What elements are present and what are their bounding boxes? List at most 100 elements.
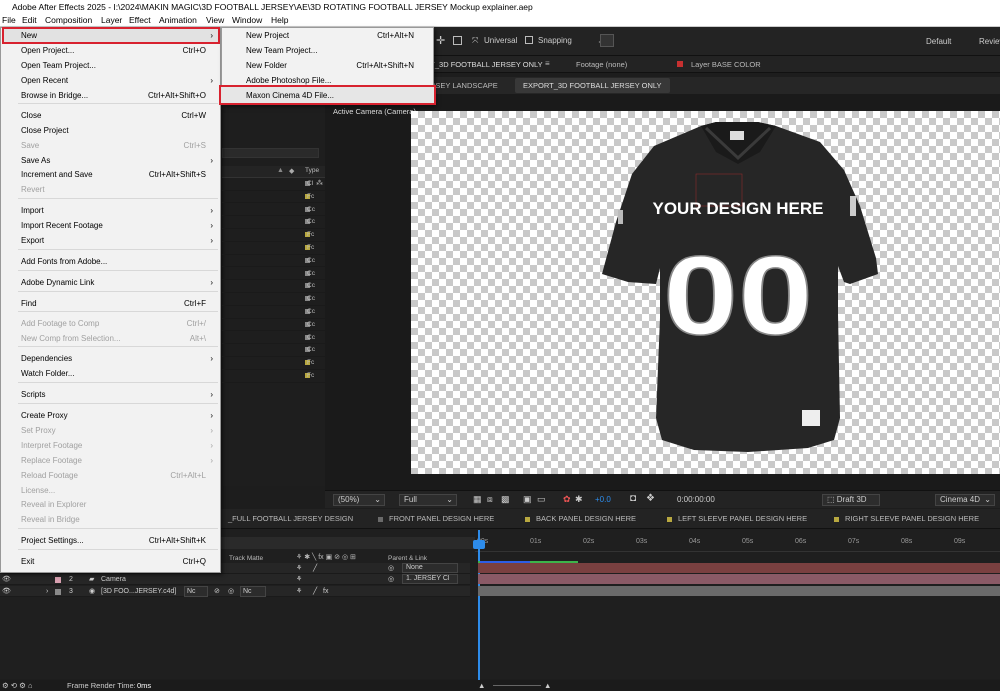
menu-animation[interactable]: Animation — [159, 14, 197, 27]
layer-row-c4d[interactable]: 👁 › 3 ◉ [3D FOO...JERSEY.c4d] Nc ⊘ ◎ Nc … — [0, 586, 470, 597]
parent-select-1[interactable]: None — [402, 563, 458, 573]
project-row[interactable]: Cc — [222, 306, 325, 319]
file-menu-find[interactable]: Find Ctrl+F — [0, 297, 219, 311]
project-row[interactable]: Cc — [222, 216, 325, 229]
track-matte-select[interactable]: Nc — [184, 586, 208, 597]
menu-view[interactable]: View — [206, 14, 224, 27]
workspace-review[interactable]: Review — [979, 37, 1000, 46]
new-submenu-photoshop-file[interactable]: Adobe Photoshop File... — [221, 74, 432, 88]
matte-invert-icon[interactable]: ◎ — [228, 586, 234, 597]
project-row[interactable]: Fc — [222, 229, 325, 242]
file-menu-scripts[interactable]: Scripts › — [0, 388, 219, 402]
menu-edit[interactable]: Edit — [22, 14, 37, 27]
snapping-checkbox[interactable] — [525, 36, 533, 44]
layer-bar-camera[interactable] — [478, 574, 1000, 584]
file-menu-save-as[interactable]: Save As › — [0, 154, 219, 168]
zoom-in-icon[interactable]: ▲ — [544, 680, 551, 691]
file-menu-open-team-project[interactable]: Open Team Project... — [0, 59, 219, 73]
layer-name-camera[interactable]: Camera — [101, 574, 126, 585]
file-menu-close[interactable]: Close Ctrl+W — [0, 109, 219, 123]
tab-full-jersey-design[interactable]: _FULL FOOTBALL JERSEY DESIGN — [228, 514, 353, 523]
pickwhip-icon[interactable]: ◎ — [388, 574, 394, 585]
menu-layer[interactable]: Layer — [101, 14, 122, 27]
mask-icon[interactable]: ▣ — [523, 494, 532, 505]
new-submenu-new-team-project[interactable]: New Team Project... — [221, 44, 432, 58]
playhead[interactable] — [478, 530, 480, 680]
project-row[interactable]: Fc — [222, 370, 325, 383]
menu-effect[interactable]: Effect — [129, 14, 151, 27]
rectangle-tool-icon[interactable] — [453, 36, 462, 45]
expand-chevron-icon[interactable]: › — [46, 586, 48, 597]
project-row[interactable]: Fc — [222, 191, 325, 204]
layer-bar-c4d[interactable] — [478, 586, 1000, 596]
parent-select-camera[interactable]: 1. JERSEY Cl — [402, 574, 458, 584]
visibility-eye-icon[interactable]: 👁 — [2, 574, 11, 585]
color-channels-icon[interactable]: ✿ — [563, 494, 571, 505]
new-submenu-new-project[interactable]: New Project Ctrl+Alt+N — [221, 29, 432, 43]
timeline-search-input[interactable] — [221, 537, 475, 549]
type-column-header[interactable]: Type — [305, 167, 319, 174]
grid-icon[interactable]: ▦ — [473, 494, 482, 505]
file-menu-increment-save[interactable]: Increment and Save Ctrl+Alt+Shift+S — [0, 168, 219, 182]
anchor-tool-icon[interactable]: ✛ — [436, 36, 445, 47]
file-menu-browse-bridge[interactable]: Browse in Bridge... Ctrl+Alt+Shift+O — [0, 89, 219, 103]
project-row[interactable]: Cc — [222, 332, 325, 345]
tab-active-comp[interactable]: RT_3D FOOTBALL JERSEY ONLY — [425, 60, 543, 69]
tab-back-panel[interactable]: BACK PANEL DESIGN HERE — [525, 514, 636, 523]
menu-help[interactable]: Help — [271, 14, 288, 27]
playhead-handle[interactable] — [473, 540, 485, 549]
tab-footage[interactable]: Footage (none) — [576, 60, 627, 69]
file-menu-project-settings[interactable]: Project Settings... Ctrl+Alt+Shift+K — [0, 534, 219, 548]
menu-window[interactable]: Window — [232, 14, 262, 27]
zoom-slider[interactable] — [493, 685, 541, 686]
project-row[interactable]: Cc — [222, 344, 325, 357]
tab-left-sleeve[interactable]: LEFT SLEEVE PANEL DESIGN HERE — [667, 514, 807, 523]
new-submenu-new-folder[interactable]: New Folder Ctrl+Alt+Shift+N — [221, 59, 432, 73]
quality-icon[interactable]: ╱ — [313, 586, 317, 597]
snap-toggle-icon[interactable] — [600, 34, 614, 47]
file-menu-dependencies[interactable]: Dependencies › — [0, 352, 219, 366]
quality-icon[interactable]: ╱ — [313, 563, 317, 574]
show-snapshot-icon[interactable]: ❖ — [646, 493, 655, 504]
file-menu-exit[interactable]: Exit Ctrl+Q — [0, 555, 219, 569]
project-search-input[interactable] — [222, 148, 319, 158]
pickwhip-icon[interactable]: ◎ — [388, 563, 394, 574]
file-menu-create-proxy[interactable]: Create Proxy › — [0, 409, 219, 423]
zoom-select[interactable]: (50%) ⌄ — [333, 494, 385, 506]
label-tag-icon[interactable]: ◆ — [289, 167, 294, 175]
file-menu-open-recent[interactable]: Open Recent › — [0, 74, 219, 88]
menu-composition[interactable]: Composition — [45, 14, 92, 27]
fx-icon[interactable]: fx — [323, 586, 328, 597]
universal-icon[interactable]: ⤧ — [472, 36, 478, 46]
renderer-select[interactable]: Cinema 4D ⌄ — [935, 494, 995, 506]
tab-export-jersey[interactable]: EXPORT_3D FOOTBALL JERSEY ONLY — [515, 78, 670, 93]
file-menu-new[interactable]: New › — [0, 29, 219, 43]
project-row[interactable]: Cc — [222, 268, 325, 281]
region-icon[interactable]: ⧈ — [487, 494, 493, 505]
transparency-icon[interactable]: ▩ — [501, 494, 510, 505]
layer-bar-1[interactable] — [478, 563, 1000, 573]
file-menu-import-recent[interactable]: Import Recent Footage › — [0, 219, 219, 233]
project-row[interactable]: Cc — [222, 204, 325, 217]
label-color-swatch[interactable] — [55, 589, 61, 595]
file-menu-open-project[interactable]: Open Project... Ctrl+O — [0, 44, 219, 58]
file-menu-watch-folder[interactable]: Watch Folder... — [0, 367, 219, 381]
exposure-value[interactable]: +0.0 — [595, 495, 611, 504]
tab-right-sleeve[interactable]: RIGHT SLEEVE PANEL DESIGN HERE — [834, 514, 979, 523]
sort-arrow-icon[interactable]: ▲ — [277, 167, 284, 174]
file-menu-dynamic-link[interactable]: Adobe Dynamic Link › — [0, 276, 219, 290]
quality-select[interactable]: Full ⌄ — [399, 494, 457, 506]
snapshot-icon[interactable]: ◘ — [630, 493, 636, 504]
layer-name-c4d[interactable]: [3D FOO...JERSEY.c4d] — [101, 586, 176, 597]
file-menu-import[interactable]: Import › — [0, 204, 219, 218]
project-row[interactable]: Cc — [222, 319, 325, 332]
file-menu-add-fonts[interactable]: Add Fonts from Adobe... — [0, 255, 219, 269]
matte-mode-select[interactable]: Nc — [240, 586, 266, 597]
label-color-swatch[interactable] — [55, 577, 61, 583]
new-submenu-cinema4d-file[interactable]: Maxon Cinema 4D File... — [221, 89, 432, 103]
project-row[interactable]: Cc — [222, 255, 325, 268]
matte-link-icon[interactable]: ⊘ — [214, 586, 220, 597]
file-menu-export[interactable]: Export › — [0, 234, 219, 248]
workspace-default[interactable]: Default — [926, 37, 951, 46]
project-row[interactable]: Cc — [222, 293, 325, 306]
